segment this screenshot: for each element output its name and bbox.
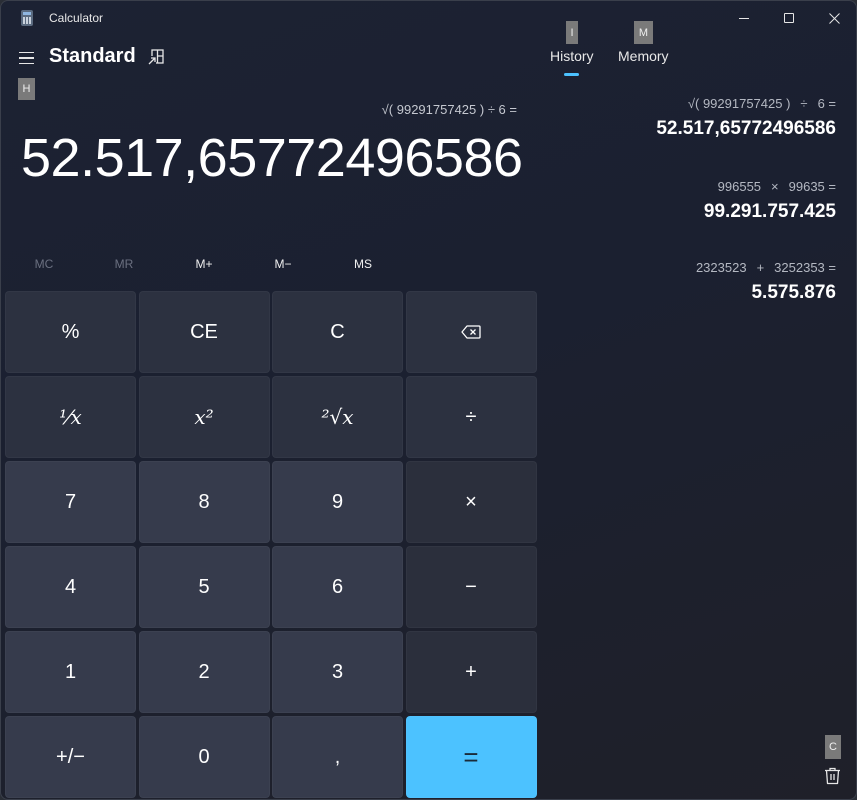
keypad: % CE C ¹⁄x x² ²√x ÷ 7 8 9 × 4 5 6 − 1 2 …	[5, 291, 537, 798]
digit-0-button[interactable]: 0	[138, 716, 270, 798]
hamburger-line	[18, 62, 34, 65]
history-item[interactable]: 2323523 +3252353 = 5.575.876	[696, 260, 836, 304]
calculator-app-icon	[21, 10, 33, 26]
history-operand: 2323523	[695, 260, 747, 275]
history-operand: 6 =	[817, 96, 836, 111]
history-operand: 3252353 =	[774, 260, 836, 275]
clear-button[interactable]: C	[272, 291, 403, 373]
digit-2-button[interactable]: 2	[138, 631, 270, 713]
history-expression: 2323523 +3252353 =	[696, 260, 836, 275]
keep-on-top-button[interactable]	[147, 48, 165, 66]
backspace-icon	[461, 325, 481, 339]
window-title: Calculator	[49, 11, 104, 25]
clear-entry-button[interactable]: CE	[138, 291, 270, 373]
keep-on-top-icon	[148, 49, 164, 65]
history-expression: √( 99291757425 ) ÷ 6 =	[656, 96, 836, 111]
hamburger-line	[18, 51, 34, 54]
history-item[interactable]: 996555 × 99635 = 99.291.757.425	[704, 179, 836, 223]
digit-5-button[interactable]: 5	[138, 546, 270, 628]
access-key-hint-history: I	[566, 21, 578, 44]
memory-recall-button[interactable]: MR	[85, 249, 163, 279]
maximize-button[interactable]	[766, 1, 812, 35]
trash-icon	[825, 767, 840, 785]
add-button[interactable]: +	[405, 631, 537, 713]
navigation-menu-button[interactable]	[15, 47, 37, 69]
history-expression: 996555 × 99635 =	[704, 179, 836, 194]
history-operand: 996555	[717, 179, 762, 194]
close-icon	[828, 12, 840, 24]
history-operator: ÷	[800, 96, 808, 111]
tab-history[interactable]: History	[550, 48, 594, 64]
percent-button[interactable]: %	[5, 291, 136, 373]
digit-8-button[interactable]: 8	[138, 461, 270, 543]
square-button[interactable]: x²	[138, 376, 270, 458]
clear-history-button[interactable]	[824, 767, 841, 785]
history-result: 99.291.757.425	[703, 201, 836, 222]
decimal-separator-button[interactable]: ,	[272, 716, 403, 798]
reciprocal-label: ¹⁄x	[59, 405, 82, 429]
history-item[interactable]: √( 99291757425 ) ÷ 6 = 52.517,65772496586	[656, 96, 836, 140]
minimize-button[interactable]	[721, 1, 767, 35]
divide-button[interactable]: ÷	[405, 376, 537, 458]
memory-add-button[interactable]: M+	[165, 249, 243, 279]
digit-3-button[interactable]: 3	[272, 631, 403, 713]
memory-subtract-button[interactable]: M−	[244, 249, 322, 279]
digit-6-button[interactable]: 6	[272, 546, 403, 628]
square-root-button[interactable]: ²√x	[272, 376, 403, 458]
mode-title: Standard	[49, 45, 136, 67]
minimize-icon	[739, 17, 749, 19]
active-tab-indicator	[564, 73, 579, 76]
tab-memory[interactable]: Memory	[618, 48, 669, 64]
digit-1-button[interactable]: 1	[5, 631, 136, 713]
history-result: 52.517,65772496586	[656, 118, 836, 139]
reciprocal-button[interactable]: ¹⁄x	[5, 376, 136, 458]
history-operand: 99635 =	[788, 179, 836, 194]
subtract-button[interactable]: −	[405, 546, 537, 628]
history-operand: √( 99291757425 )	[687, 96, 791, 111]
maximize-icon	[784, 13, 794, 23]
backspace-button[interactable]	[405, 291, 537, 373]
expression-display: √( 99291757425 ) ÷ 6 =	[381, 102, 517, 117]
history-operator: +	[756, 260, 765, 275]
memory-controls: MC MR M+ M− MS	[5, 249, 535, 279]
history-result: 5.575.876	[751, 282, 836, 303]
equals-button[interactable]: =	[405, 716, 537, 798]
square-label: x²	[194, 405, 214, 429]
calculator-window: Calculator Standard H I M History Memory…	[0, 0, 857, 800]
digit-7-button[interactable]: 7	[5, 461, 136, 543]
access-key-hint-header: H	[18, 78, 35, 100]
access-key-hint-clear-history: C	[825, 735, 841, 759]
hamburger-line	[18, 57, 34, 59]
result-display: 52.517,65772496586	[21, 128, 523, 188]
access-key-hint-memory: M	[634, 21, 653, 44]
digit-9-button[interactable]: 9	[272, 461, 403, 543]
multiply-button[interactable]: ×	[405, 461, 537, 543]
memory-clear-button[interactable]: MC	[5, 249, 83, 279]
digit-4-button[interactable]: 4	[5, 546, 136, 628]
square-root-label: ²√x	[321, 405, 354, 429]
title-bar: Calculator	[1, 1, 856, 35]
memory-store-button[interactable]: MS	[324, 249, 402, 279]
close-button[interactable]	[811, 1, 856, 35]
negate-button[interactable]: +/−	[5, 716, 136, 798]
history-operator: ×	[771, 179, 779, 194]
